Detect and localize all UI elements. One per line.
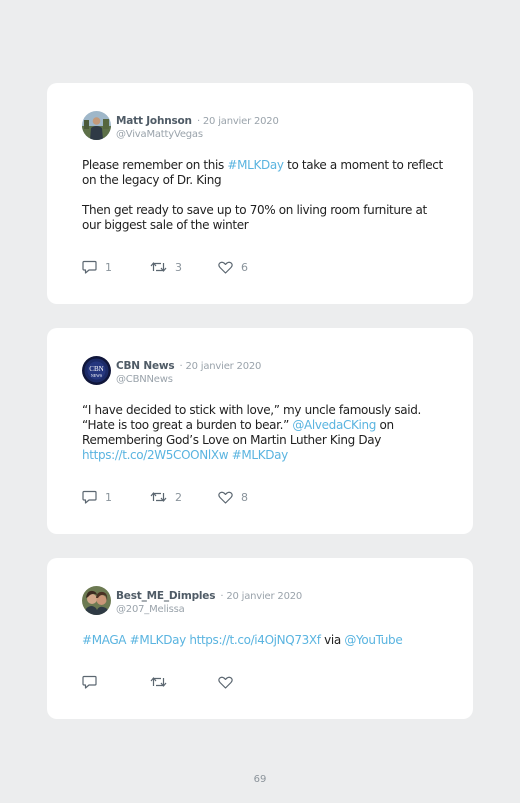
- hashtag-link[interactable]: #MAGA: [82, 633, 127, 647]
- retweet-count: 2: [175, 490, 182, 504]
- tweet-actions: [82, 675, 241, 689]
- like-button[interactable]: 8: [218, 491, 248, 504]
- tweet-text: #MAGA #MLKDay https://t.co/i4OjNQ73Xf vi…: [82, 633, 445, 648]
- url-link[interactable]: https://t.co/2W5COONlXw: [82, 448, 229, 462]
- tweet-text-paragraph: Then get ready to save up to 70% on livi…: [82, 203, 427, 232]
- reply-button[interactable]: 1: [82, 490, 150, 504]
- retweet-count: 3: [175, 260, 182, 274]
- tweet-header: Matt Johnson · 20 janvier 2020 @VivaMatt…: [82, 111, 279, 141]
- like-button[interactable]: 6: [218, 261, 248, 274]
- tweet-text: “I have decided to stick with love,” my …: [82, 403, 445, 463]
- heart-icon: [218, 491, 233, 504]
- tweet-card: Matt Johnson · 20 janvier 2020 @VivaMatt…: [47, 83, 473, 304]
- avatar[interactable]: [82, 111, 111, 140]
- retweet-icon: [150, 492, 167, 502]
- tweet-text-segment: via: [320, 633, 345, 647]
- reply-icon: [82, 675, 97, 689]
- mention-link[interactable]: @AlvedaCKing: [292, 418, 376, 432]
- author-name[interactable]: CBN News: [116, 360, 175, 372]
- page-number: 69: [253, 774, 267, 785]
- reply-icon: [82, 260, 97, 274]
- hashtag-link[interactable]: #MLKDay: [130, 633, 187, 647]
- hashtag-link[interactable]: #MLKDay: [232, 448, 289, 462]
- tweet-card: CBN NEWS CBN News · 20 janvier 2020 @CBN…: [47, 328, 473, 534]
- like-button[interactable]: [218, 676, 241, 689]
- reply-button[interactable]: 1: [82, 260, 150, 274]
- tweet-date: · 20 janvier 2020: [220, 591, 303, 602]
- tweet-actions: 1 2 8: [82, 490, 248, 504]
- tweet-date: · 20 janvier 2020: [196, 116, 279, 127]
- avatar-logo-text: NEWS: [91, 373, 102, 378]
- avatar[interactable]: [82, 586, 111, 615]
- tweet-card: Best_ME_Dimples · 20 janvier 2020 @207_M…: [47, 558, 473, 719]
- author-handle[interactable]: @VivaMattyVegas: [116, 128, 279, 141]
- avatar[interactable]: CBN NEWS: [82, 356, 111, 385]
- retweet-icon: [150, 677, 167, 687]
- author-name[interactable]: Matt Johnson: [116, 115, 192, 127]
- author-name[interactable]: Best_ME_Dimples: [116, 590, 215, 602]
- author-handle[interactable]: @207_Melissa: [116, 603, 302, 616]
- retweet-button[interactable]: [150, 675, 218, 689]
- reply-icon: [82, 490, 97, 504]
- author-handle[interactable]: @CBNNews: [116, 373, 261, 386]
- heart-icon: [218, 676, 233, 689]
- url-link[interactable]: https://t.co/i4OjNQ73Xf: [189, 633, 321, 647]
- like-count: 6: [241, 260, 248, 274]
- reply-count: 1: [105, 260, 112, 274]
- tweet-date: · 20 janvier 2020: [179, 361, 262, 372]
- retweet-button[interactable]: 2: [150, 490, 218, 504]
- mention-link[interactable]: @YouTube: [344, 633, 402, 647]
- avatar-logo-text: CBN: [89, 365, 103, 373]
- tweet-text-segment: Please remember on this: [82, 158, 228, 172]
- reply-count: 1: [105, 490, 112, 504]
- hashtag-link[interactable]: #MLKDay: [227, 158, 284, 172]
- tweet-actions: 1 3 6: [82, 260, 248, 274]
- heart-icon: [218, 261, 233, 274]
- retweet-button[interactable]: 3: [150, 260, 218, 274]
- tweet-header: Best_ME_Dimples · 20 janvier 2020 @207_M…: [82, 586, 302, 616]
- tweet-text: Please remember on this #MLKDay to take …: [82, 158, 445, 233]
- reply-button[interactable]: [82, 675, 150, 689]
- retweet-icon: [150, 262, 167, 272]
- like-count: 8: [241, 490, 248, 504]
- tweet-header: CBN NEWS CBN News · 20 janvier 2020 @CBN…: [82, 356, 261, 386]
